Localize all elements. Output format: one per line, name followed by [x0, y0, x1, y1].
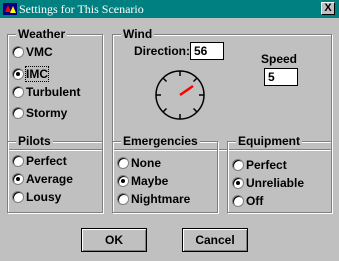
radio-icon — [232, 195, 244, 207]
direction-label: Direction: — [134, 44, 191, 58]
title-bar: Settings for This Scenario X — [0, 0, 339, 18]
wind-direction-dial[interactable] — [153, 68, 207, 122]
speed-label: Speed — [261, 52, 298, 66]
radio-selected-icon — [117, 175, 129, 187]
radio-selected-icon — [12, 173, 24, 185]
radio-icon — [117, 193, 129, 205]
close-button[interactable]: X — [321, 2, 335, 15]
radio-icon — [12, 46, 24, 58]
radio-icon — [117, 157, 129, 169]
wind-group: Wind Direction: 56 Speed 5 — [112, 27, 332, 150]
radio-icon — [12, 155, 24, 167]
equipment-legend: Equipment — [236, 134, 302, 148]
radio-icon — [12, 86, 24, 98]
window-title: Settings for This Scenario — [19, 2, 144, 16]
wind-legend: Wind — [121, 27, 155, 41]
cancel-button[interactable]: Cancel — [182, 228, 248, 252]
radio-icon — [12, 191, 24, 203]
radio-selected-icon — [232, 177, 244, 189]
weather-group: Weather VMC IMC Turbulent Stormy — [7, 27, 103, 150]
radio-icon — [12, 107, 24, 119]
speed-input[interactable]: 5 — [264, 68, 298, 86]
pilots-group: Pilots Perfect Average Lousy — [7, 134, 103, 213]
app-icon — [3, 3, 17, 15]
weather-legend: Weather — [16, 27, 68, 41]
direction-input[interactable]: 56 — [190, 42, 224, 60]
emergencies-legend: Emergencies — [121, 134, 200, 148]
ok-button[interactable]: OK — [81, 228, 147, 252]
equipment-group: Equipment Perfect Unreliable Off — [227, 134, 332, 213]
radio-icon — [232, 159, 244, 171]
pilots-legend: Pilots — [16, 134, 53, 148]
emergencies-group: Emergencies None Maybe Nightmare — [112, 134, 218, 213]
close-icon: X — [324, 2, 332, 14]
radio-selected-icon — [12, 68, 24, 80]
